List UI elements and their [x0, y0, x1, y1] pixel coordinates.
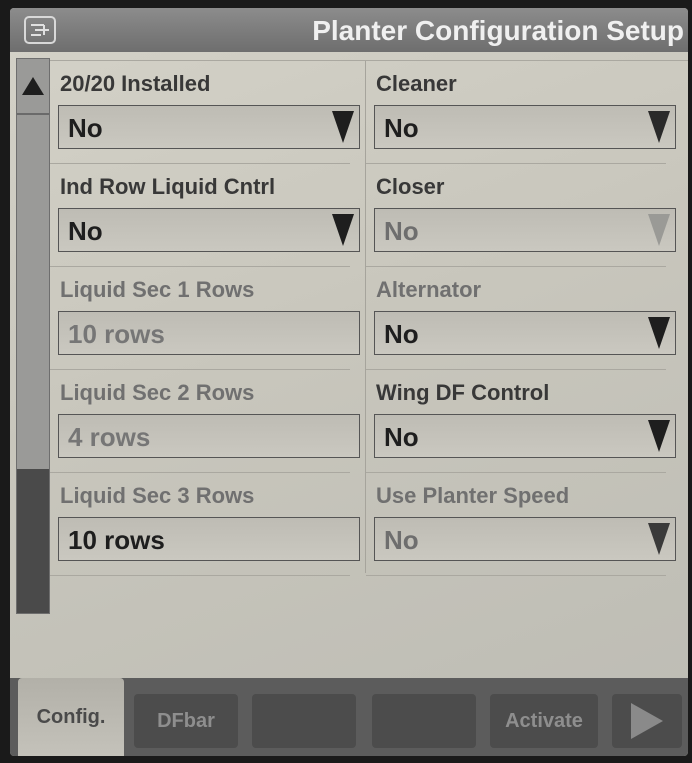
setting-label: 20/20 Installed: [60, 71, 211, 96]
dropdown-value: No: [384, 216, 419, 246]
tab-config[interactable]: Config.: [18, 678, 124, 756]
dropdown-arrow-icon[interactable]: [645, 108, 673, 146]
cleaner-dropdown[interactable]: No: [374, 105, 676, 149]
tab-blank-2[interactable]: [372, 694, 476, 748]
setting-liquid-sec-2: Liquid Sec 2 Rows 4 rows: [50, 370, 360, 473]
dropdown-value: No: [384, 525, 419, 555]
dropdown-value: No: [384, 113, 419, 143]
next-arrow-icon: [631, 703, 663, 739]
setting-20-20-installed: 20/20 Installed No: [50, 61, 360, 164]
setting-label: Liquid Sec 1 Rows: [60, 277, 255, 302]
dropdown-arrow-icon[interactable]: [329, 108, 357, 146]
tab-blank-1[interactable]: [252, 694, 356, 748]
setting-label: Wing DF Control: [376, 380, 550, 405]
title-bar: Planter Configuration Setup: [10, 8, 688, 52]
ind-row-liquid-dropdown[interactable]: No: [58, 208, 360, 252]
dropdown-value: No: [68, 113, 103, 143]
setting-liquid-sec-1: Liquid Sec 1 Rows 10 rows: [50, 267, 360, 370]
tab-dfbar[interactable]: DFbar: [134, 694, 238, 748]
use-planter-speed-dropdown[interactable]: No: [374, 517, 676, 561]
wing-df-control-dropdown[interactable]: No: [374, 414, 676, 458]
setting-use-planter-speed: Use Planter Speed No: [366, 473, 676, 576]
setting-label: Closer: [376, 174, 445, 199]
setting-label: Cleaner: [376, 71, 457, 96]
dropdown-value: No: [384, 422, 419, 452]
setting-label: Alternator: [376, 277, 482, 302]
liquid-sec-3-rows-field[interactable]: 10 rows: [58, 517, 360, 561]
scroll-thumb[interactable]: [17, 469, 49, 613]
dropdown-arrow-icon[interactable]: [645, 314, 673, 352]
dropdown-arrow-icon[interactable]: [645, 417, 673, 455]
scroll-up-arrow-icon[interactable]: [17, 59, 49, 115]
dropdown-value: No: [68, 216, 103, 246]
setting-label: Ind Row Liquid Cntrl: [60, 174, 276, 199]
field-value: 10 rows: [68, 525, 165, 555]
closer-dropdown[interactable]: No: [374, 208, 676, 252]
dropdown-arrow-icon[interactable]: [645, 520, 673, 558]
machine-settings-icon[interactable]: [24, 16, 56, 44]
setting-label: Liquid Sec 3 Rows: [60, 483, 255, 508]
footer-tab-bar: Config. DFbar Activate: [10, 678, 688, 756]
page-title: Planter Configuration Setup: [312, 15, 684, 46]
scrollbar[interactable]: [16, 58, 50, 614]
20-20-installed-dropdown[interactable]: No: [58, 105, 360, 149]
alternator-dropdown[interactable]: No: [374, 311, 676, 355]
setting-ind-row-liquid: Ind Row Liquid Cntrl No: [50, 164, 360, 267]
config-grid: 20/20 Installed No Ind Row Liquid Cntrl …: [50, 60, 688, 576]
tab-activate[interactable]: Activate: [490, 694, 598, 748]
setting-liquid-sec-3: Liquid Sec 3 Rows 10 rows: [50, 473, 360, 576]
field-value: 4 rows: [68, 422, 151, 452]
setting-wing-df-control: Wing DF Control No: [366, 370, 676, 473]
screen: Planter Configuration Setup 20/20 Instal…: [10, 8, 688, 756]
setting-closer: Closer No: [366, 164, 676, 267]
setting-alternator: Alternator No: [366, 267, 676, 370]
next-page-button[interactable]: [612, 694, 682, 748]
field-value: 10 rows: [68, 319, 165, 349]
setting-label: Use Planter Speed: [376, 483, 570, 508]
liquid-sec-1-rows-field[interactable]: 10 rows: [58, 311, 360, 355]
liquid-sec-2-rows-field[interactable]: 4 rows: [58, 414, 360, 458]
dropdown-arrow-icon[interactable]: [645, 211, 673, 249]
dropdown-value: No: [384, 319, 419, 349]
dropdown-arrow-icon[interactable]: [329, 211, 357, 249]
setting-label: Liquid Sec 2 Rows: [60, 380, 255, 405]
setting-cleaner: Cleaner No: [366, 61, 676, 164]
